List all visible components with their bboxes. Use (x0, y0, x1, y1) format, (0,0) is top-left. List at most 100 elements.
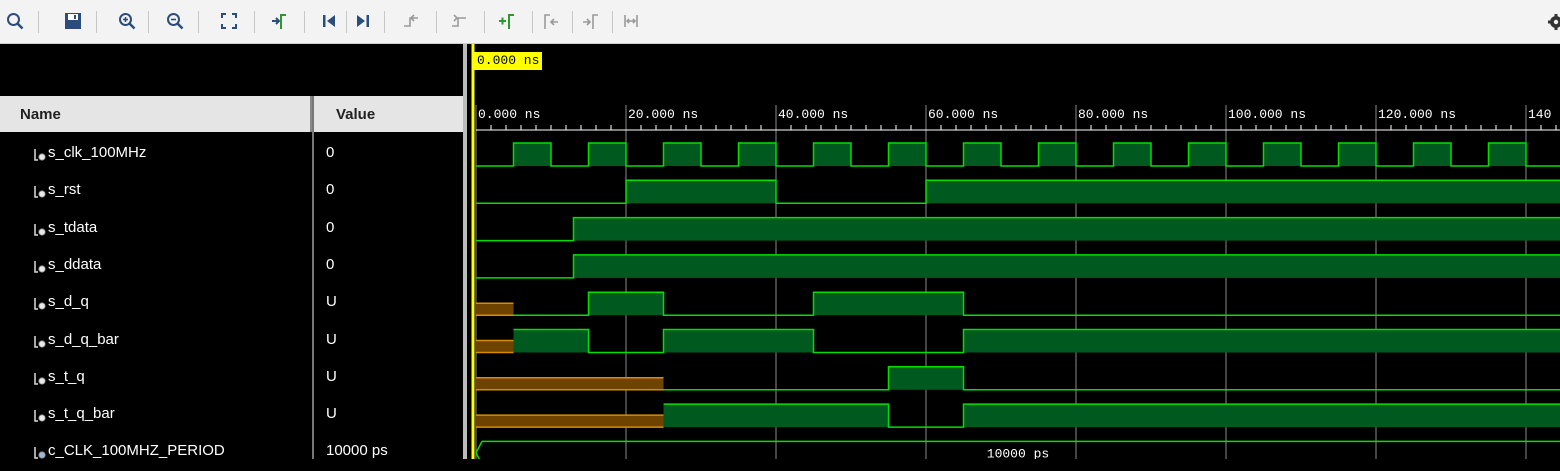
go-to-cursor-icon[interactable] (268, 10, 290, 32)
waveform-pane[interactable]: 0.000 ns20.000 ns40.000 ns60.000 ns80.00… (467, 44, 1560, 459)
zoom-in-icon[interactable] (116, 10, 138, 32)
toolbar-separator (532, 11, 533, 33)
signal-value: 0 (326, 256, 334, 273)
toolbar-separator (96, 11, 97, 33)
next-marker-icon[interactable] (580, 10, 602, 32)
high-level-fill (574, 218, 1560, 241)
signal-name: s_d_q (48, 293, 89, 310)
signal-trace (514, 292, 1560, 315)
signal-row[interactable]: s_tdata0 (0, 211, 463, 248)
timeline-tick-label: 40.000 ns (778, 107, 848, 122)
toolbar-separator (612, 11, 613, 33)
save-icon[interactable] (62, 10, 84, 32)
bit-signal-icon (34, 148, 46, 161)
signal-row[interactable]: s_rst 0 (0, 173, 463, 210)
bit-signal-icon (34, 297, 46, 310)
name-column-header[interactable]: Name (0, 96, 312, 132)
toolbar-separator (38, 11, 39, 33)
previous-marker-icon[interactable] (540, 10, 562, 32)
timeline-tick-label: 20.000 ns (628, 107, 698, 122)
value-column-header[interactable]: Value (314, 96, 463, 132)
signal-value: U (326, 331, 337, 348)
high-level-fill (814, 143, 852, 166)
waveform-c_CLK_100MHZ_PERIOD: 10000 ps (476, 441, 1560, 459)
waveform-s_d_q_bar (476, 330, 1560, 354)
high-level-fill (964, 404, 1560, 427)
high-level-fill (514, 143, 552, 166)
cursor-time-label[interactable]: 0.000 ns (474, 52, 542, 70)
toolbar-separator (304, 11, 305, 33)
high-level-fill (1114, 143, 1152, 166)
toolbar-separator (254, 11, 255, 33)
signal-name: s_d_q_bar (48, 331, 119, 348)
go-to-time-zero-icon[interactable] (318, 10, 340, 32)
value-column-title: Value (336, 106, 375, 123)
signal-row[interactable]: s_t_q_barU (0, 397, 463, 434)
waveform-s_ddata (476, 255, 1560, 278)
signal-value: U (326, 293, 337, 310)
high-level-fill (574, 255, 1560, 278)
name-column-title: Name (20, 106, 61, 123)
high-level-fill (889, 143, 927, 166)
timeline-tick-label: 140 (1528, 107, 1551, 122)
signal-value: U (326, 405, 337, 422)
timeline-tick-label: 100.000 ns (1228, 107, 1306, 122)
signal-value: 10000 ps (326, 442, 388, 459)
toolbar-separator (346, 11, 347, 33)
toolbar-separator (436, 11, 437, 33)
signal-row[interactable]: s_clk_100MHz0 (0, 136, 463, 173)
high-level-fill (1039, 143, 1077, 166)
signal-row[interactable]: s_ddata 0 (0, 248, 463, 285)
high-level-fill (1489, 143, 1527, 166)
previous-transition-icon[interactable] (400, 10, 422, 32)
signal-name: s_t_q (48, 368, 85, 385)
waveform-s_clk_100MHz (476, 143, 1560, 166)
undefined-fill (476, 304, 514, 316)
waveform-s_d_q (476, 292, 1560, 316)
signal-row[interactable]: c_CLK_100MHZ_PERIOD 10000 ps (0, 434, 463, 471)
undefined-fill (476, 341, 514, 353)
timeline-tick-label: 0.000 ns (478, 107, 540, 122)
high-level-fill (664, 404, 889, 427)
signal-value: 0 (326, 144, 334, 161)
swap-cursors-icon[interactable] (620, 10, 642, 32)
bit-signal-icon (34, 409, 46, 422)
zoom-out-icon[interactable] (164, 10, 186, 32)
high-level-fill (664, 143, 702, 166)
signal-value: 0 (326, 181, 334, 198)
high-level-fill (964, 143, 1002, 166)
waveform-s_t_q_bar (476, 404, 1560, 428)
timeline-tick-label: 120.000 ns (1378, 107, 1456, 122)
gear-icon[interactable] (1544, 12, 1560, 32)
zoom-fit-search-icon[interactable] (4, 10, 26, 32)
signal-name: s_rst (48, 181, 81, 198)
timeline-tick-label: 80.000 ns (1078, 107, 1148, 122)
undefined-fill (476, 416, 664, 428)
signal-row[interactable]: s_d_q U (0, 285, 463, 322)
undefined-fill (476, 378, 664, 390)
high-level-fill (739, 143, 777, 166)
high-level-fill (1264, 143, 1302, 166)
signal-value: 0 (326, 219, 334, 236)
high-level-fill (626, 180, 776, 203)
add-marker-icon[interactable] (496, 10, 518, 32)
high-level-fill (1414, 143, 1452, 166)
go-to-last-time-icon[interactable] (352, 10, 374, 32)
waveform-s_rst (476, 180, 1560, 203)
signal-value: U (326, 368, 337, 385)
zoom-full-icon[interactable] (218, 10, 240, 32)
signal-row[interactable]: s_t_q U (0, 360, 463, 397)
toolbar-separator (198, 11, 199, 33)
signal-name: c_CLK_100MHZ_PERIOD (48, 442, 225, 459)
signal-trace (476, 143, 1560, 166)
signal-row[interactable]: s_d_q_bar U (0, 323, 463, 360)
bit-signal-icon (34, 185, 46, 198)
signal-name: s_ddata (48, 256, 101, 273)
high-level-fill (814, 292, 964, 315)
constant-signal-icon (34, 446, 46, 459)
next-transition-icon[interactable] (448, 10, 470, 32)
waveform-s_tdata (476, 218, 1560, 241)
toolbar-separator (148, 11, 149, 33)
toolbar-separator (572, 11, 573, 33)
signal-trace (664, 367, 1560, 390)
